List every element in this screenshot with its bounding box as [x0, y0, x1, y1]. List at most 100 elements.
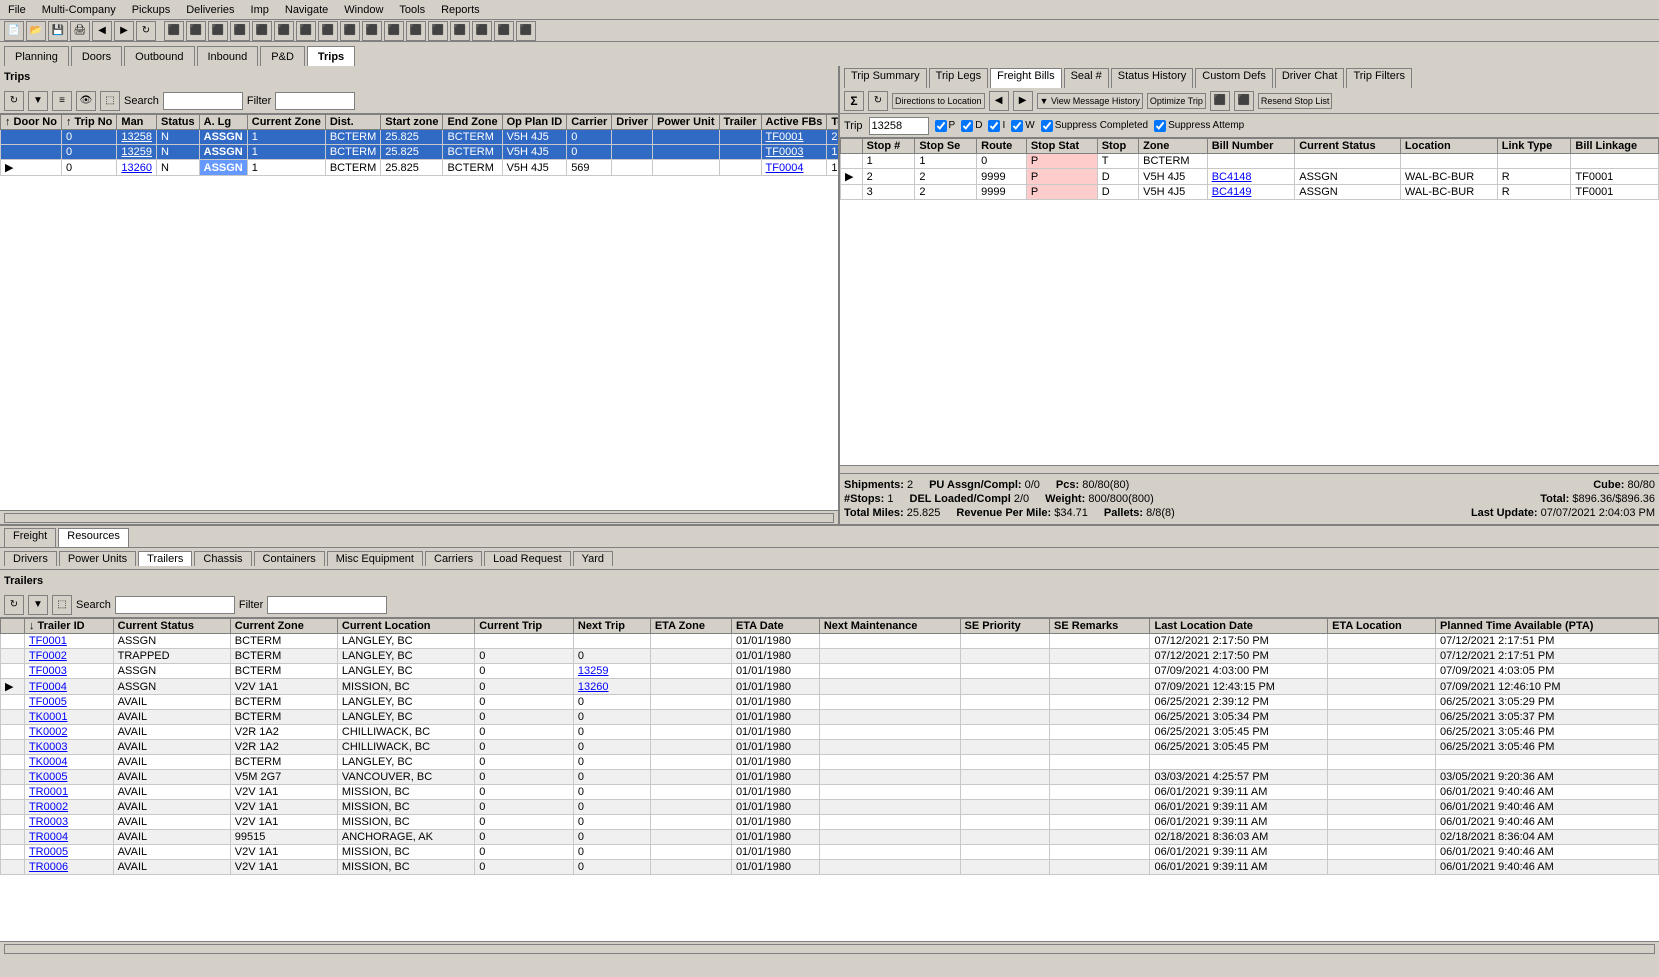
icon-btn-3[interactable]: ⬛ [208, 21, 228, 41]
fb-col-bill[interactable]: Bill Number [1207, 139, 1295, 154]
tr-row-id[interactable]: TF0002 [24, 649, 113, 664]
tab-inbound[interactable]: Inbound [197, 46, 259, 66]
cb-suppress-completed[interactable] [1041, 120, 1053, 132]
tr-col-zone[interactable]: Current Zone [230, 619, 337, 634]
tab-trips[interactable]: Trips [307, 46, 355, 66]
icon-btn-16[interactable]: ⬛ [494, 21, 514, 41]
fb-col-location[interactable]: Location [1400, 139, 1497, 154]
trips-row-tripno[interactable]: 13259 [117, 145, 157, 160]
icon-btn-4[interactable]: ⬛ [230, 21, 250, 41]
tr-col-se-pri[interactable]: SE Priority [960, 619, 1050, 634]
tr-row-id[interactable]: TF0001 [24, 634, 113, 649]
icon-btn-6[interactable]: ⬛ [274, 21, 294, 41]
fb-col-linktype[interactable]: Link Type [1497, 139, 1571, 154]
fb-col-zone[interactable]: Zone [1139, 139, 1208, 154]
tr-row-id[interactable]: TR0003 [24, 815, 113, 830]
icon-btn-14[interactable]: ⬛ [450, 21, 470, 41]
cb-w[interactable] [1011, 120, 1023, 132]
trips-view-btn[interactable]: 👁 [76, 91, 96, 111]
tr-row-id[interactable]: TF0004 [24, 679, 113, 695]
col-opplan[interactable]: Op Plan ID [502, 115, 567, 130]
fb-col-stop[interactable]: Stop # [862, 139, 915, 154]
resend-stop-list-btn[interactable]: Resend Stop List [1258, 93, 1333, 109]
trips-row-tripno[interactable]: 13258 [117, 130, 157, 145]
tr-col-se-remarks[interactable]: SE Remarks [1050, 619, 1150, 634]
trips-scrollbar[interactable] [0, 510, 838, 524]
col-trip[interactable]: ↑ Trip No [61, 115, 116, 130]
cb-i[interactable] [988, 120, 1000, 132]
fb-col-arrow[interactable] [841, 139, 863, 154]
icon-btn-17[interactable]: ⬛ [516, 21, 536, 41]
trips-cols-btn[interactable]: ≡ [52, 91, 72, 111]
tab-status-history[interactable]: Status History [1111, 68, 1193, 88]
fb-col-stopse[interactable]: Stop Se [915, 139, 977, 154]
opt-icon2[interactable]: ⬛ [1234, 91, 1254, 111]
tr-row-id[interactable]: TF0003 [24, 664, 113, 679]
back-btn[interactable]: ◀ [92, 21, 112, 41]
icon-btn-8[interactable]: ⬛ [318, 21, 338, 41]
tab-trip-legs[interactable]: Trip Legs [929, 68, 988, 88]
icon-btn-13[interactable]: ⬛ [428, 21, 448, 41]
fb-row-bill[interactable]: BC4149 [1207, 185, 1295, 200]
tab-drivers[interactable]: Drivers [4, 551, 57, 566]
col-power[interactable]: Power Unit [653, 115, 719, 130]
trailers-export-btn[interactable]: ⬚ [52, 595, 72, 615]
icon-btn-11[interactable]: ⬛ [384, 21, 404, 41]
fb-col-curstatus[interactable]: Current Status [1295, 139, 1401, 154]
tab-freight-bills[interactable]: Freight Bills [990, 68, 1061, 88]
menu-tools[interactable]: Tools [395, 3, 429, 17]
tab-power-units[interactable]: Power Units [59, 551, 136, 566]
tab-driver-chat[interactable]: Driver Chat [1275, 68, 1345, 88]
menu-multicompany[interactable]: Multi-Company [38, 3, 120, 17]
tr-row-id[interactable]: TR0001 [24, 785, 113, 800]
icon-btn-7[interactable]: ⬛ [296, 21, 316, 41]
fb-row-bill[interactable]: BC4148 [1207, 169, 1295, 185]
open-btn[interactable]: 📂 [26, 21, 46, 41]
cb-d[interactable] [961, 120, 973, 132]
tr-col-next-maint[interactable]: Next Maintenance [819, 619, 960, 634]
tr-row-id[interactable]: TR0006 [24, 860, 113, 875]
icon-btn-5[interactable]: ⬛ [252, 21, 272, 41]
print-btn[interactable]: 🖨 [70, 21, 90, 41]
col-driver[interactable]: Driver [612, 115, 653, 130]
icon-btn-1[interactable]: ⬛ [164, 21, 184, 41]
optimize-trip-btn[interactable]: Optimize Trip [1147, 93, 1206, 109]
col-carrier[interactable]: Carrier [567, 115, 612, 130]
refresh-right-btn[interactable]: ↻ [868, 91, 888, 111]
tr-row-id[interactable]: TR0004 [24, 830, 113, 845]
tr-col-last-loc[interactable]: Last Location Date [1150, 619, 1328, 634]
fwd-right-btn[interactable]: ▶ [1013, 91, 1033, 111]
tab-doors[interactable]: Doors [71, 46, 122, 66]
tab-pad[interactable]: P&D [260, 46, 305, 66]
tr-row-id[interactable]: TK0003 [24, 740, 113, 755]
tr-row-nexttrip[interactable]: 13260 [573, 679, 650, 695]
col-total-fbs[interactable]: Total FBs [827, 115, 838, 130]
tr-col-location[interactable]: Current Location [337, 619, 474, 634]
tab-trailers[interactable]: Trailers [138, 551, 192, 566]
menu-file[interactable]: File [4, 3, 30, 17]
col-man[interactable]: Man [117, 115, 157, 130]
tab-seal[interactable]: Seal # [1064, 68, 1109, 88]
col-alg[interactable]: A. Lg [199, 115, 247, 130]
trips-filter-btn[interactable]: ▼ [28, 91, 48, 111]
tr-row-id[interactable]: TK0005 [24, 770, 113, 785]
col-dist[interactable]: Dist. [325, 115, 380, 130]
forward-btn[interactable]: ▶ [114, 21, 134, 41]
directions-btn[interactable]: Directions to Location [892, 93, 985, 109]
icon-btn-9[interactable]: ⬛ [340, 21, 360, 41]
tab-freight[interactable]: Freight [4, 528, 56, 547]
col-start[interactable]: Start zone [381, 115, 443, 130]
icon-btn-10[interactable]: ⬛ [362, 21, 382, 41]
tr-row-nexttrip[interactable]: 13259 [573, 664, 650, 679]
tab-yard[interactable]: Yard [573, 551, 613, 566]
menu-window[interactable]: Window [340, 3, 387, 17]
tab-custom-defs[interactable]: Custom Defs [1195, 68, 1273, 88]
opt-icon1[interactable]: ⬛ [1210, 91, 1230, 111]
tr-col-eta-zone[interactable]: ETA Zone [650, 619, 731, 634]
trips-search-input[interactable] [163, 92, 243, 110]
tr-row-id[interactable]: TK0004 [24, 755, 113, 770]
fb-col-stop[interactable]: Stop [1097, 139, 1138, 154]
col-zone[interactable]: Current Zone [247, 115, 325, 130]
tr-row-id[interactable]: TF0005 [24, 695, 113, 710]
cb-p[interactable] [935, 120, 947, 132]
